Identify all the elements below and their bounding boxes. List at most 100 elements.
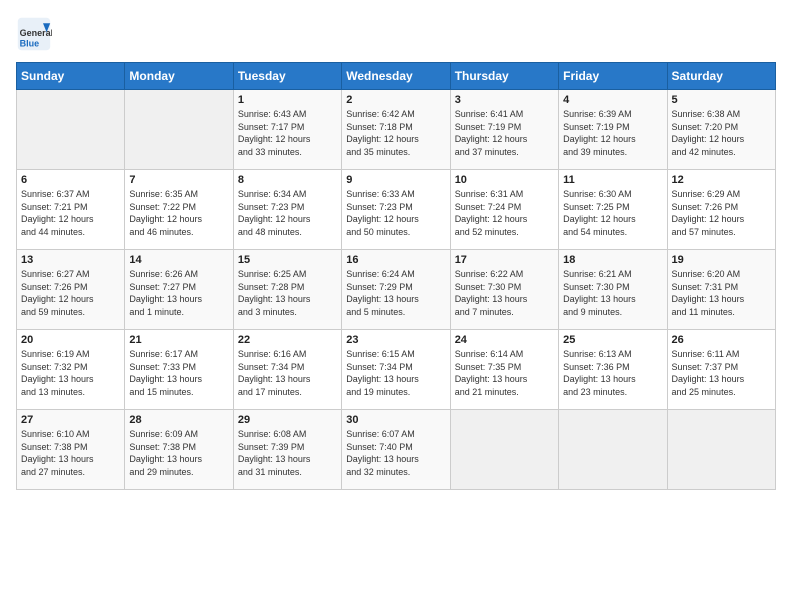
header-row: SundayMondayTuesdayWednesdayThursdayFrid… [17, 63, 776, 90]
day-number: 23 [346, 334, 445, 346]
header-day-monday: Monday [125, 63, 233, 90]
calendar-cell: 13 Sunrise: 6:27 AM Sunset: 7:26 PM Dayli… [17, 250, 125, 330]
day-number: 27 [21, 414, 120, 426]
week-row-2: 6 Sunrise: 6:37 AM Sunset: 7:21 PM Daylig… [17, 170, 776, 250]
day-info: Sunrise: 6:41 AM Sunset: 7:19 PM Dayligh… [455, 108, 554, 158]
calendar-cell [17, 90, 125, 170]
day-info: Sunrise: 6:14 AM Sunset: 7:35 PM Dayligh… [455, 348, 554, 398]
calendar-table: SundayMondayTuesdayWednesdayThursdayFrid… [16, 62, 776, 490]
day-number: 10 [455, 174, 554, 186]
day-info: Sunrise: 6:11 AM Sunset: 7:37 PM Dayligh… [672, 348, 771, 398]
day-number: 26 [672, 334, 771, 346]
week-row-1: 1 Sunrise: 6:43 AM Sunset: 7:17 PM Daylig… [17, 90, 776, 170]
day-number: 18 [563, 254, 662, 266]
day-number: 19 [672, 254, 771, 266]
calendar-cell: 9 Sunrise: 6:33 AM Sunset: 7:23 PM Daylig… [342, 170, 450, 250]
day-number: 9 [346, 174, 445, 186]
logo: General Blue [16, 16, 56, 52]
day-info: Sunrise: 6:19 AM Sunset: 7:32 PM Dayligh… [21, 348, 120, 398]
calendar-cell: 12Sunrise: 6:29 AM Sunset: 7:26 PM Dayli… [667, 170, 775, 250]
day-info: Sunrise: 6:27 AM Sunset: 7:26 PM Dayligh… [21, 268, 120, 318]
day-info: Sunrise: 6:35 AM Sunset: 7:22 PM Dayligh… [129, 188, 228, 238]
day-number: 22 [238, 334, 337, 346]
calendar-cell: 7 Sunrise: 6:35 AM Sunset: 7:22 PM Daylig… [125, 170, 233, 250]
calendar-cell [125, 90, 233, 170]
calendar-cell: 17 Sunrise: 6:22 AM Sunset: 7:30 PM Dayli… [450, 250, 558, 330]
day-number: 13 [21, 254, 120, 266]
svg-text:Blue: Blue [20, 39, 40, 49]
day-number: 11 [563, 174, 662, 186]
calendar-cell: 22 Sunrise: 6:16 AM Sunset: 7:34 PM Dayli… [233, 330, 341, 410]
calendar-cell: 23 Sunrise: 6:15 AM Sunset: 7:34 PM Dayli… [342, 330, 450, 410]
day-info: Sunrise: 6:08 AM Sunset: 7:39 PM Dayligh… [238, 428, 337, 478]
day-number: 30 [346, 414, 445, 426]
calendar-cell [667, 410, 775, 490]
calendar-cell: 25Sunrise: 6:13 AM Sunset: 7:36 PM Dayli… [559, 330, 667, 410]
calendar-cell: 30 Sunrise: 6:07 AM Sunset: 7:40 PM Dayli… [342, 410, 450, 490]
header-day-thursday: Thursday [450, 63, 558, 90]
header-day-friday: Friday [559, 63, 667, 90]
calendar-cell: 3 Sunrise: 6:41 AM Sunset: 7:19 PM Daylig… [450, 90, 558, 170]
day-number: 28 [129, 414, 228, 426]
day-number: 8 [238, 174, 337, 186]
week-row-4: 20 Sunrise: 6:19 AM Sunset: 7:32 PM Dayli… [17, 330, 776, 410]
day-info: Sunrise: 6:25 AM Sunset: 7:28 PM Dayligh… [238, 268, 337, 318]
calendar-cell: 6 Sunrise: 6:37 AM Sunset: 7:21 PM Daylig… [17, 170, 125, 250]
day-info: Sunrise: 6:16 AM Sunset: 7:34 PM Dayligh… [238, 348, 337, 398]
day-info: Sunrise: 6:39 AM Sunset: 7:19 PM Dayligh… [563, 108, 662, 158]
logo-icon: General Blue [16, 16, 52, 52]
day-info: Sunrise: 6:10 AM Sunset: 7:38 PM Dayligh… [21, 428, 120, 478]
day-info: Sunrise: 6:34 AM Sunset: 7:23 PM Dayligh… [238, 188, 337, 238]
header-day-saturday: Saturday [667, 63, 775, 90]
calendar-cell: 4 Sunrise: 6:39 AM Sunset: 7:19 PM Daylig… [559, 90, 667, 170]
calendar-cell: 10 Sunrise: 6:31 AM Sunset: 7:24 PM Dayli… [450, 170, 558, 250]
day-info: Sunrise: 6:07 AM Sunset: 7:40 PM Dayligh… [346, 428, 445, 478]
calendar-cell: 20 Sunrise: 6:19 AM Sunset: 7:32 PM Dayli… [17, 330, 125, 410]
day-number: 6 [21, 174, 120, 186]
day-number: 15 [238, 254, 337, 266]
day-number: 3 [455, 94, 554, 106]
day-info: Sunrise: 6:22 AM Sunset: 7:30 PM Dayligh… [455, 268, 554, 318]
day-number: 2 [346, 94, 445, 106]
day-info: Sunrise: 6:20 AM Sunset: 7:31 PM Dayligh… [672, 268, 771, 318]
calendar-cell: 29 Sunrise: 6:08 AM Sunset: 7:39 PM Dayli… [233, 410, 341, 490]
header-day-tuesday: Tuesday [233, 63, 341, 90]
day-info: Sunrise: 6:31 AM Sunset: 7:24 PM Dayligh… [455, 188, 554, 238]
calendar-cell: 14Sunrise: 6:26 AM Sunset: 7:27 PM Dayli… [125, 250, 233, 330]
calendar-cell: 24 Sunrise: 6:14 AM Sunset: 7:35 PM Dayli… [450, 330, 558, 410]
day-info: Sunrise: 6:42 AM Sunset: 7:18 PM Dayligh… [346, 108, 445, 158]
calendar-cell: 18 Sunrise: 6:21 AM Sunset: 7:30 PM Dayli… [559, 250, 667, 330]
day-info: Sunrise: 6:37 AM Sunset: 7:21 PM Dayligh… [21, 188, 120, 238]
day-info: Sunrise: 6:17 AM Sunset: 7:33 PM Dayligh… [129, 348, 228, 398]
day-number: 5 [672, 94, 771, 106]
day-info: Sunrise: 6:29 AM Sunset: 7:26 PM Dayligh… [672, 188, 771, 238]
calendar-cell: 1 Sunrise: 6:43 AM Sunset: 7:17 PM Daylig… [233, 90, 341, 170]
calendar-cell: 27 Sunrise: 6:10 AM Sunset: 7:38 PM Dayli… [17, 410, 125, 490]
day-number: 25 [563, 334, 662, 346]
header-day-wednesday: Wednesday [342, 63, 450, 90]
calendar-cell [450, 410, 558, 490]
day-number: 29 [238, 414, 337, 426]
day-number: 1 [238, 94, 337, 106]
day-number: 20 [21, 334, 120, 346]
day-number: 4 [563, 94, 662, 106]
calendar-cell: 5Sunrise: 6:38 AM Sunset: 7:20 PM Daylig… [667, 90, 775, 170]
calendar-cell: 8 Sunrise: 6:34 AM Sunset: 7:23 PM Daylig… [233, 170, 341, 250]
day-info: Sunrise: 6:21 AM Sunset: 7:30 PM Dayligh… [563, 268, 662, 318]
day-number: 14 [129, 254, 228, 266]
calendar-cell: 2 Sunrise: 6:42 AM Sunset: 7:18 PM Daylig… [342, 90, 450, 170]
calendar-cell: 28 Sunrise: 6:09 AM Sunset: 7:38 PM Dayli… [125, 410, 233, 490]
day-number: 24 [455, 334, 554, 346]
day-info: Sunrise: 6:09 AM Sunset: 7:38 PM Dayligh… [129, 428, 228, 478]
day-number: 16 [346, 254, 445, 266]
day-number: 7 [129, 174, 228, 186]
day-number: 17 [455, 254, 554, 266]
day-info: Sunrise: 6:15 AM Sunset: 7:34 PM Dayligh… [346, 348, 445, 398]
calendar-cell [559, 410, 667, 490]
calendar-cell: 21Sunrise: 6:17 AM Sunset: 7:33 PM Dayli… [125, 330, 233, 410]
day-info: Sunrise: 6:30 AM Sunset: 7:25 PM Dayligh… [563, 188, 662, 238]
day-info: Sunrise: 6:43 AM Sunset: 7:17 PM Dayligh… [238, 108, 337, 158]
calendar-cell: 26 Sunrise: 6:11 AM Sunset: 7:37 PM Dayli… [667, 330, 775, 410]
header-day-sunday: Sunday [17, 63, 125, 90]
day-info: Sunrise: 6:33 AM Sunset: 7:23 PM Dayligh… [346, 188, 445, 238]
